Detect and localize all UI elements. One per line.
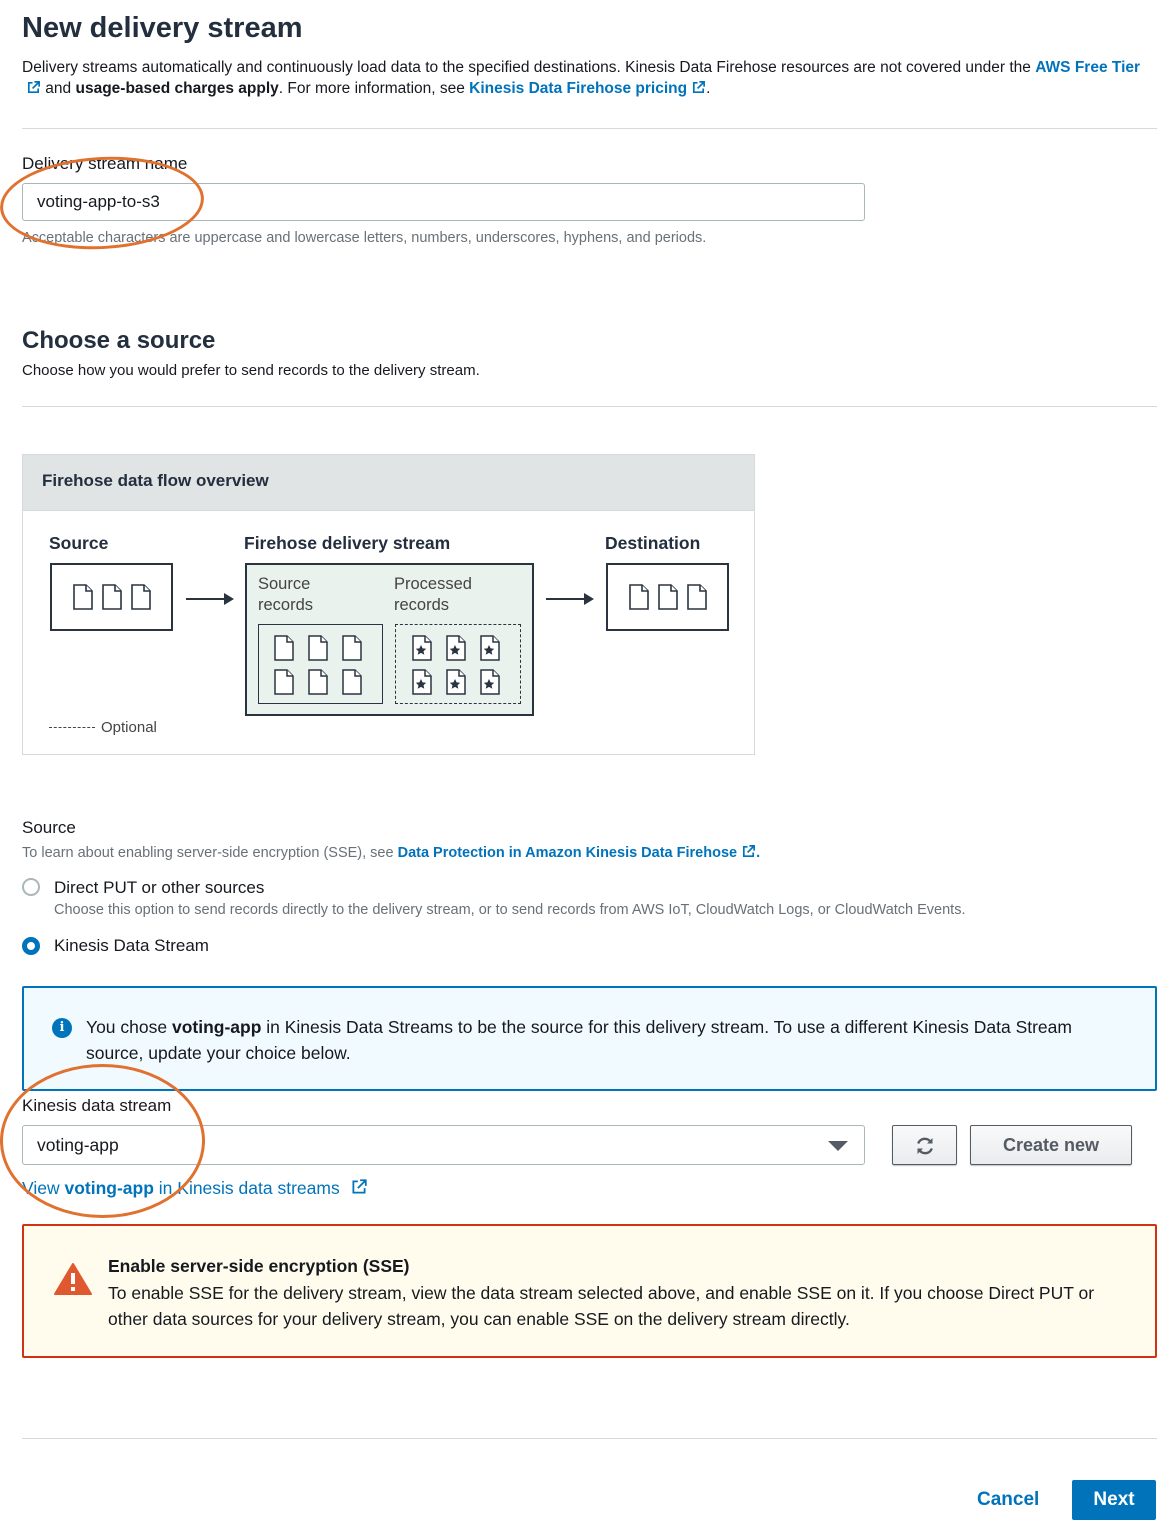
cancel-button[interactable]: Cancel bbox=[977, 1489, 1039, 1511]
flow-source-label: Source bbox=[49, 533, 109, 553]
intro-charges-bold: usage-based charges apply bbox=[75, 80, 279, 97]
flow-stream-label: Firehose delivery stream bbox=[244, 533, 451, 553]
intro-text: Delivery streams automatically and conti… bbox=[22, 57, 1157, 99]
intro-text-4: . bbox=[706, 80, 711, 97]
document-icon bbox=[274, 635, 362, 695]
document-icon bbox=[73, 584, 151, 610]
stream-name-label: Delivery stream name bbox=[22, 154, 188, 173]
firehose-pricing-link[interactable]: Kinesis Data Firehose pricing bbox=[469, 80, 706, 97]
arrow-right-icon bbox=[546, 593, 594, 605]
kinesis-stream-label: Kinesis data stream bbox=[22, 1096, 172, 1115]
starred-document-icon bbox=[412, 635, 500, 695]
radio-direct-put[interactable] bbox=[22, 878, 40, 896]
flow-source-box bbox=[50, 563, 173, 631]
info-icon: i bbox=[52, 1018, 72, 1038]
flow-overview-header: Firehose data flow overview bbox=[23, 455, 754, 511]
intro-text-3: . For more information, see bbox=[278, 80, 470, 97]
kinesis-stream-value: voting-app bbox=[37, 1135, 119, 1155]
document-icon bbox=[629, 584, 707, 610]
section-title-choose-source: Choose a source bbox=[22, 327, 216, 354]
radio-direct-put-label[interactable]: Direct PUT or other sources bbox=[54, 878, 264, 898]
kinesis-stream-select[interactable]: voting-app bbox=[22, 1125, 865, 1165]
radio-direct-put-description: Choose this option to send records direc… bbox=[54, 902, 966, 918]
stream-name-hint: Acceptable characters are uppercase and … bbox=[22, 230, 707, 246]
source-hint: To learn about enabling server-side encr… bbox=[22, 845, 761, 861]
flow-stream-box: Source records Processed records bbox=[245, 563, 534, 716]
divider bbox=[22, 128, 1157, 129]
source-records-box bbox=[258, 624, 383, 704]
radio-kinesis-data-stream-label[interactable]: Kinesis Data Stream bbox=[54, 936, 209, 956]
divider bbox=[22, 406, 1157, 407]
stream-name-input[interactable]: voting-app-to-s3 bbox=[22, 183, 865, 221]
processed-records-label: Processed records bbox=[394, 575, 472, 614]
radio-kinesis-data-stream[interactable] bbox=[22, 937, 40, 955]
external-link-icon bbox=[693, 81, 706, 94]
warning-text: To enable SSE for the delivery stream, v… bbox=[108, 1283, 1095, 1329]
info-alert: i You chose voting-app in Kinesis Data S… bbox=[22, 986, 1157, 1091]
refresh-icon bbox=[916, 1137, 933, 1155]
intro-text-2: and bbox=[41, 80, 76, 97]
source-records-label: Source records bbox=[258, 575, 314, 614]
flow-optional-legend: Optional bbox=[49, 719, 157, 736]
refresh-button[interactable] bbox=[892, 1125, 957, 1165]
warning-title: Enable server-side encryption (SSE) bbox=[108, 1256, 410, 1276]
external-link-icon bbox=[743, 845, 756, 858]
external-link-icon bbox=[27, 81, 40, 94]
page-title: New delivery stream bbox=[22, 12, 303, 44]
warning-icon bbox=[54, 1263, 92, 1295]
external-link-icon bbox=[352, 1179, 367, 1194]
source-label: Source bbox=[22, 818, 76, 837]
warning-alert: Enable server-side encryption (SSE) To e… bbox=[22, 1224, 1157, 1358]
flow-overview-panel: Firehose data flow overview Source Fireh… bbox=[22, 454, 755, 755]
caret-down-icon bbox=[828, 1141, 848, 1151]
create-new-button[interactable]: Create new bbox=[970, 1125, 1132, 1165]
data-protection-link[interactable]: Data Protection in Amazon Kinesis Data F… bbox=[398, 845, 756, 861]
flow-destination-box bbox=[606, 563, 729, 631]
arrow-right-icon bbox=[186, 593, 234, 605]
next-button[interactable]: Next bbox=[1072, 1480, 1156, 1520]
divider bbox=[22, 1438, 1157, 1439]
view-stream-link[interactable]: View voting-app in Kinesis data streams bbox=[22, 1178, 368, 1199]
section-description: Choose how you would prefer to send reco… bbox=[22, 362, 480, 379]
processed-records-box bbox=[395, 624, 521, 704]
intro-text-1: Delivery streams automatically and conti… bbox=[22, 59, 1036, 76]
info-alert-text: You chose voting-app in Kinesis Data Str… bbox=[86, 1017, 1072, 1063]
flow-destination-label: Destination bbox=[605, 533, 701, 553]
